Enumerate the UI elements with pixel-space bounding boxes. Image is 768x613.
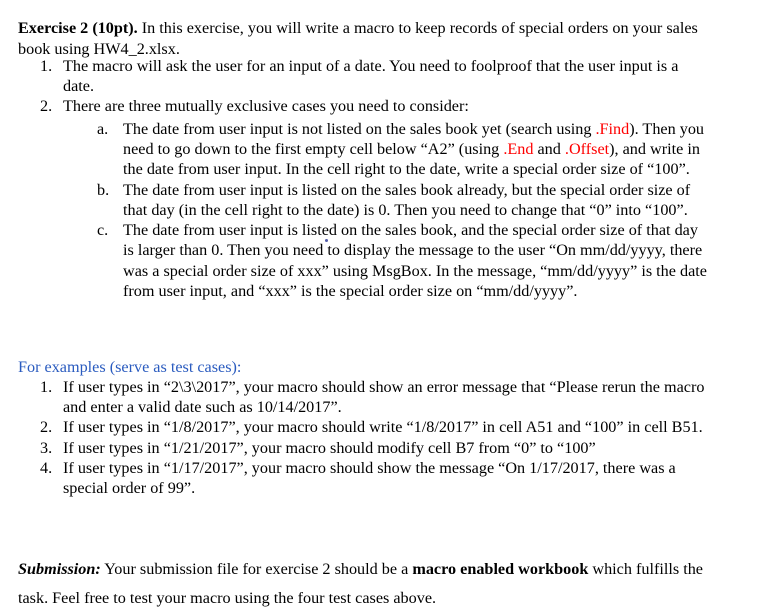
code-ref-find: .Find — [595, 119, 630, 138]
test-cases-list: 1. If user types in “2\3\2017”, your mac… — [40, 377, 712, 498]
code-ref-offset: .Offset — [564, 139, 610, 158]
list-marker: 1. — [40, 57, 53, 75]
document-page: Exercise 2 (10pt). In this exercise, you… — [0, 0, 768, 609]
submission-paragraph: Submission: Your submission file for exe… — [18, 555, 718, 613]
case-c-text: The date from user input is listed on th… — [123, 221, 707, 300]
list-marker: 3. — [40, 438, 53, 457]
submission-text-part1: Your submission file for exercise 2 shou… — [100, 560, 413, 579]
submission-emphasis: macro enabled workbook — [412, 560, 589, 579]
list-marker: c. — [97, 221, 109, 240]
list-item-text: There are three mutually exclusive cases… — [63, 97, 469, 116]
list-item: 1. The macro will ask the user for an in… — [40, 56, 712, 96]
intro-paragraph: Exercise 2 (10pt). In this exercise, you… — [18, 18, 728, 59]
list-item: c. The date from user input is listed on… — [97, 220, 712, 301]
list-marker: 2. — [40, 418, 53, 437]
list-item-text: The macro will ask the user for an input… — [63, 57, 679, 96]
case-sub-list: a. The date from user input is not listed… — [97, 119, 712, 302]
list-marker: b. — [97, 180, 110, 199]
scan-artifact-dot — [325, 239, 328, 242]
examples-heading: For examples (serve as test cases): — [18, 358, 242, 376]
exercise-heading: Exercise 2 (10pt). — [18, 19, 138, 38]
list-item: 2. If user types in “1/8/2017”, your mac… — [40, 417, 712, 437]
submission-label: Submission: — [18, 560, 101, 579]
list-item: a. The date from user input is not listed… — [97, 119, 712, 180]
list-item: 4. If user types in “1/17/2017”, your ma… — [40, 458, 712, 498]
list-item-text: If user types in “1/21/2017”, your macro… — [63, 438, 596, 457]
list-marker: 2. — [40, 97, 53, 116]
code-ref-end: .End — [503, 139, 534, 158]
list-item-text: If user types in “1/8/2017”, your macro … — [63, 418, 703, 437]
case-a-text-part3: and — [533, 139, 565, 158]
list-item: 3. If user types in “1/21/2017”, your ma… — [40, 438, 712, 458]
case-b-text: The date from user input is listed on th… — [123, 180, 691, 219]
list-item: 2. There are three mutually exclusive ca… — [40, 96, 712, 301]
case-a-text-part1: The date from user input is not listed o… — [123, 119, 596, 138]
list-marker: 1. — [40, 378, 53, 396]
list-item: b. The date from user input is listed on… — [97, 180, 712, 221]
main-requirements-list: 1. The macro will ask the user for an in… — [40, 56, 712, 301]
list-item: 1. If user types in “2\3\2017”, your mac… — [40, 377, 712, 417]
list-marker: a. — [97, 119, 109, 138]
list-item-text: If user types in “1/17/2017”, your macro… — [63, 458, 676, 498]
list-item-text: If user types in “2\3\2017”, your macro … — [63, 378, 705, 417]
list-marker: 4. — [40, 458, 53, 477]
